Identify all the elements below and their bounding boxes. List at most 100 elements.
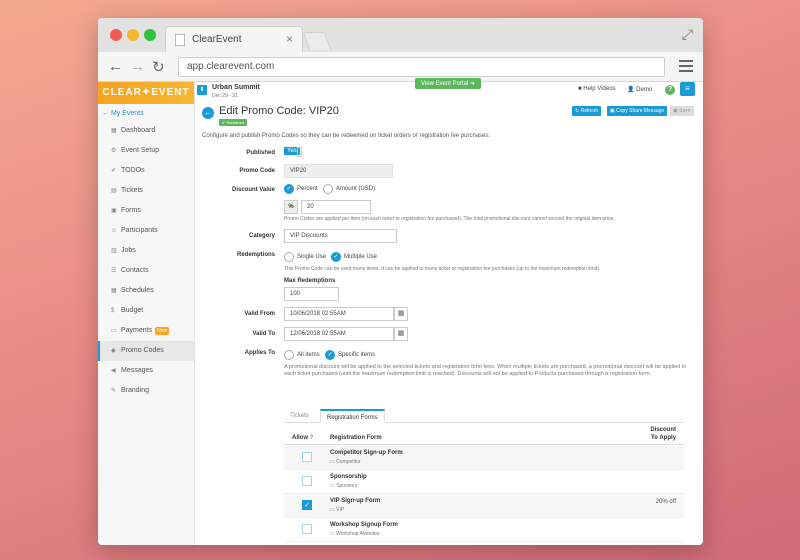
- tab-registration-forms[interactable]: Registration Forms: [320, 409, 385, 423]
- form-category: ▭ Competitor: [330, 459, 361, 465]
- maximize-window-button[interactable]: [144, 29, 156, 41]
- new-tab-button[interactable]: [302, 32, 332, 50]
- event-header: ⬇ Urban Summit Dec 29 - 31 View Event Po…: [195, 78, 703, 102]
- event-dates: Dec 29 - 31: [212, 93, 238, 99]
- sidebar-item-tickets[interactable]: ▤ Tickets: [98, 181, 194, 201]
- page-icon: [175, 34, 185, 46]
- sidebar-item-label: Messages: [121, 367, 153, 374]
- refresh-label: Refresh: [580, 108, 599, 114]
- amount-radio[interactable]: [323, 184, 333, 194]
- help-circle-icon[interactable]: ?: [310, 435, 314, 441]
- valid-to-label: Valid To: [252, 331, 275, 337]
- published-label: Published: [246, 150, 275, 156]
- copy-share-label: Copy Share Message: [616, 108, 665, 114]
- calendar-icon[interactable]: ▦: [394, 327, 408, 341]
- form-category: ▭ Workshop Attendee: [330, 531, 380, 537]
- help-videos-link[interactable]: ■ Help Videos: [578, 86, 616, 92]
- max-redemptions-input[interactable]: 100: [284, 287, 339, 301]
- address-bar[interactable]: app.clearevent.com: [178, 57, 665, 77]
- back-arrow-icon[interactable]: ←: [108, 58, 123, 75]
- sidebar-item-payments[interactable]: ▭ Payments New: [98, 321, 194, 341]
- sidebar-item-contacts[interactable]: ☰ Contacts: [98, 261, 194, 281]
- tab-close-icon[interactable]: ×: [286, 32, 293, 46]
- sidebar-item-label: Branding: [121, 387, 150, 394]
- save-label: Save: [679, 108, 691, 114]
- save-button[interactable]: ▣ Save: [670, 106, 694, 116]
- all-items-label: All items: [297, 352, 320, 358]
- single-use-label: Single Use: [297, 254, 327, 260]
- copy-share-message-button[interactable]: ▣ Copy Share Message: [607, 106, 668, 116]
- page-description: Configure and publish Promo Codes so the…: [202, 133, 491, 139]
- valid-to-input[interactable]: 12/06/2018 02:55AM: [284, 327, 394, 341]
- clearevent-logo[interactable]: CLEAR✦EVENT: [98, 82, 194, 104]
- cog-icon: ⚙: [111, 148, 117, 154]
- back-button[interactable]: ←: [202, 107, 214, 119]
- promo-code-label: Promo Code: [239, 168, 275, 174]
- sidebar-item-schedules[interactable]: ▦ Schedules: [98, 281, 194, 301]
- sidebar-item-label: Payments: [121, 327, 153, 334]
- menu-button[interactable]: ≡: [680, 82, 695, 96]
- sidebar-item-event-setup[interactable]: ⚙ Event Setup: [98, 141, 194, 161]
- allow-header-label: Allow: [292, 435, 308, 441]
- sidebar-item-budget[interactable]: $ Budget: [98, 301, 194, 321]
- form-category-label: Sponsors: [336, 483, 358, 489]
- minimize-window-button[interactable]: [127, 29, 139, 41]
- calendar-icon[interactable]: ▦: [394, 307, 408, 321]
- allow-checkbox[interactable]: ✓: [302, 500, 312, 510]
- sidebar-item-label: Event Setup: [121, 147, 160, 154]
- valid-from-input[interactable]: 10/06/2018 02:55AM: [284, 307, 394, 321]
- contacts-icon: ☰: [111, 268, 117, 274]
- fullscreen-icon[interactable]: ⤢: [682, 26, 693, 43]
- jobs-icon: ▥: [111, 248, 117, 254]
- sidebar-item-branding[interactable]: ✎ Branding: [98, 381, 194, 401]
- percent-radio[interactable]: ✓: [284, 184, 294, 194]
- table-row: ✓ VIP Sign-up Form ▭ VIP 20% off: [284, 494, 684, 518]
- todo-icon: ✔: [111, 168, 117, 174]
- specific-items-label: Specific items: [338, 352, 376, 358]
- item-type-tabs: Tickets Registration Forms: [284, 409, 684, 423]
- user-menu[interactable]: 👤 Demo: [627, 86, 652, 93]
- tab-title: ClearEvent: [192, 34, 242, 45]
- sidebar-item-todos[interactable]: ✔ TODOs: [98, 161, 194, 181]
- view-event-portal-button[interactable]: View Event Portal ➜: [415, 78, 481, 89]
- tab-tickets[interactable]: Tickets: [284, 409, 315, 423]
- portal-label: View Event Portal: [421, 81, 469, 87]
- close-window-button[interactable]: [110, 29, 122, 41]
- percent-addon: %: [284, 200, 298, 214]
- help-icon[interactable]: ?: [665, 85, 675, 95]
- event-name[interactable]: Urban Summit: [212, 84, 260, 91]
- single-use-radio[interactable]: [284, 252, 294, 262]
- sidebar-item-forms[interactable]: ▣ Forms: [98, 201, 194, 221]
- sidebar-item-jobs[interactable]: ▥ Jobs: [98, 241, 194, 261]
- specific-items-radio[interactable]: ✓: [325, 350, 335, 360]
- browser-menu-icon[interactable]: [679, 60, 693, 75]
- form-name: Workshop Signup Form: [330, 522, 398, 528]
- category-input[interactable]: VIP Discounts: [284, 229, 397, 243]
- sidebar-item-promo-codes[interactable]: ◆ Promo Codes: [98, 341, 194, 361]
- sidebar-item-dashboard[interactable]: ▦ Dashboard: [98, 121, 194, 141]
- table-header: Allow ? Registration Form Discount To Ap…: [284, 425, 684, 445]
- allow-checkbox[interactable]: [302, 476, 312, 486]
- sidebar-item-label: Promo Codes: [121, 347, 164, 354]
- sidebar-item-label: Contacts: [121, 267, 149, 274]
- sidebar-item-messages[interactable]: ◀ Messages: [98, 361, 194, 381]
- all-items-radio[interactable]: [284, 350, 294, 360]
- form-category: ▭ Sponsors: [330, 483, 357, 489]
- reload-icon[interactable]: ↻: [152, 58, 165, 76]
- my-events-link[interactable]: ← My Events: [98, 104, 194, 121]
- allow-checkbox[interactable]: [302, 452, 312, 462]
- allow-checkbox[interactable]: [302, 524, 312, 534]
- refresh-button[interactable]: ↻ Refresh: [572, 106, 602, 116]
- sidebar-item-participants[interactable]: ☺ Participants: [98, 221, 194, 241]
- applies-help-text: A promotional discount will be applied t…: [284, 364, 687, 377]
- discount-value-label: Discount Value: [231, 187, 275, 193]
- published-toggle-off[interactable]: [297, 147, 302, 157]
- brush-icon: ✎: [111, 388, 117, 394]
- browser-tab[interactable]: ClearEvent ×: [165, 26, 303, 52]
- multiple-use-radio[interactable]: ✓: [331, 252, 341, 262]
- forward-arrow-icon[interactable]: →: [130, 58, 145, 75]
- calendar-icon: ▦: [111, 288, 117, 294]
- ticket-icon: ▤: [111, 188, 117, 194]
- discount-help-text: Promo Codes are applied per item (on eac…: [284, 216, 615, 222]
- discount-value-input[interactable]: 20: [301, 200, 371, 214]
